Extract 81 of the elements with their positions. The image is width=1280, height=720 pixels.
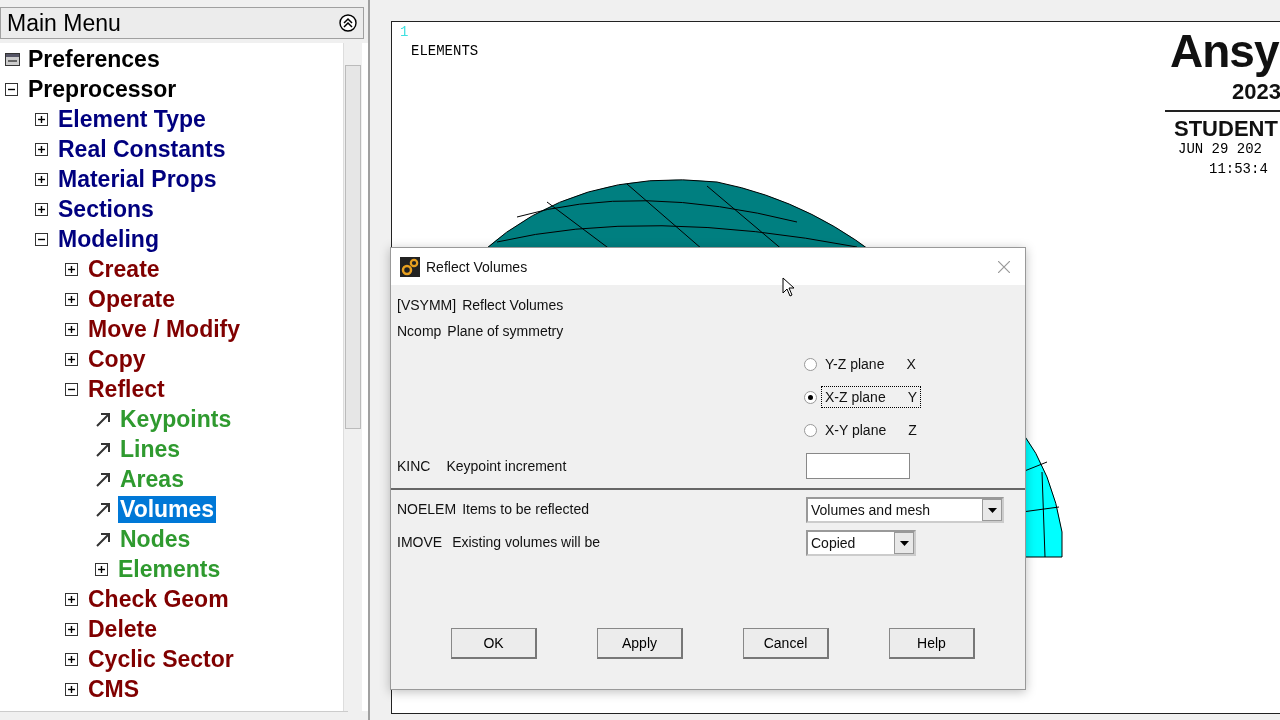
menu-item[interactable]: Reflect bbox=[86, 375, 167, 403]
plot-time: 11:53:4 bbox=[1209, 161, 1268, 177]
radio-button[interactable] bbox=[804, 423, 817, 437]
menu-item[interactable]: Check Geom bbox=[86, 585, 231, 613]
command-label: Reflect Volumes bbox=[462, 297, 564, 313]
dropdown[interactable]: Volumes and mesh bbox=[806, 497, 1004, 523]
expand-icon[interactable] bbox=[35, 142, 48, 156]
arrow-icon bbox=[95, 410, 112, 428]
settings-panel-icon bbox=[5, 52, 20, 66]
expand-icon[interactable] bbox=[35, 202, 48, 216]
expand-icon[interactable] bbox=[35, 112, 48, 126]
field-label: Items to be reflected bbox=[462, 501, 589, 517]
collapse-icon[interactable] bbox=[65, 382, 78, 396]
dialog-title: Reflect Volumes bbox=[426, 258, 529, 275]
dialog-button[interactable]: Apply bbox=[597, 628, 683, 659]
field-label: Plane of symmetry bbox=[447, 323, 564, 339]
expand-icon[interactable] bbox=[65, 262, 78, 276]
menu-item[interactable]: Areas bbox=[118, 465, 186, 493]
collapse-icon[interactable] bbox=[5, 82, 18, 96]
menu-item[interactable]: Keypoints bbox=[118, 405, 234, 433]
dropdown[interactable]: Copied bbox=[806, 530, 916, 556]
menu-item[interactable]: Lines bbox=[118, 435, 183, 463]
field-code: IMOVE bbox=[397, 534, 443, 550]
radio-button[interactable] bbox=[804, 390, 817, 404]
arrow-icon bbox=[95, 530, 112, 548]
radio-label[interactable]: Y-Z plane X bbox=[821, 353, 920, 375]
dialog-button[interactable]: OK bbox=[451, 628, 537, 659]
menu-item[interactable]: Preferences bbox=[26, 45, 162, 73]
window-number: 1 bbox=[400, 24, 409, 40]
plot-date: JUN 29 202 bbox=[1178, 141, 1262, 157]
brand-name: Ansy bbox=[1170, 24, 1279, 79]
dropdown-caret-icon[interactable] bbox=[982, 499, 1002, 521]
menu-item[interactable]: Nodes bbox=[118, 525, 193, 553]
command-code: [VSYMM] bbox=[397, 297, 457, 313]
edition-label: STUDENT bbox=[1174, 116, 1278, 142]
dropdown-caret-icon[interactable] bbox=[894, 532, 914, 554]
radio-label[interactable]: X-Z plane Y bbox=[821, 386, 922, 408]
radio-label[interactable]: X-Y plane Z bbox=[821, 419, 921, 441]
gears-icon bbox=[400, 256, 420, 277]
expand-icon[interactable] bbox=[65, 592, 78, 606]
arrow-icon bbox=[95, 500, 112, 518]
expand-icon[interactable] bbox=[65, 622, 78, 636]
input-field[interactable] bbox=[806, 453, 910, 479]
expand-icon[interactable] bbox=[35, 172, 48, 186]
menu-item[interactable]: Modeling bbox=[56, 225, 161, 253]
radio-button[interactable] bbox=[804, 357, 817, 371]
menu-item[interactable]: CMS bbox=[86, 675, 142, 703]
plot-label: ELEMENTS bbox=[411, 43, 479, 59]
expand-icon[interactable] bbox=[65, 292, 78, 306]
expand-icon[interactable] bbox=[95, 562, 108, 576]
menu-title: Main Menu bbox=[7, 9, 121, 37]
menu-item[interactable]: Create bbox=[86, 255, 162, 283]
menu-item[interactable]: Operate bbox=[86, 285, 177, 313]
field-code: NOELEM bbox=[397, 501, 457, 517]
menu-item[interactable]: Delete bbox=[86, 615, 160, 643]
field-label: Existing volumes will be bbox=[452, 534, 600, 550]
collapse-icon[interactable] bbox=[339, 14, 357, 32]
arrow-icon bbox=[95, 470, 112, 488]
expand-icon[interactable] bbox=[65, 652, 78, 666]
menu-item[interactable]: Cyclic Sector bbox=[86, 645, 236, 673]
expand-icon[interactable] bbox=[65, 322, 78, 336]
field-label: Keypoint increment bbox=[446, 458, 567, 474]
collapse-icon[interactable] bbox=[35, 232, 48, 246]
menu-item[interactable]: Copy bbox=[86, 345, 148, 373]
expand-icon[interactable] bbox=[65, 352, 78, 366]
dialog-button[interactable]: Cancel bbox=[743, 628, 829, 659]
expand-icon[interactable] bbox=[65, 682, 78, 696]
menu-item[interactable]: Sections bbox=[56, 195, 156, 223]
field-code: KINC bbox=[397, 458, 431, 474]
menu-item[interactable]: Volumes bbox=[118, 495, 217, 523]
dialog-button[interactable]: Help bbox=[889, 628, 975, 659]
menu-item[interactable]: Element Type bbox=[56, 105, 208, 133]
menu-item[interactable]: Real Constants bbox=[56, 135, 228, 163]
arrow-icon bbox=[95, 440, 112, 458]
menu-item[interactable]: Preprocessor bbox=[26, 75, 179, 103]
field-code: Ncomp bbox=[397, 323, 442, 339]
close-icon[interactable] bbox=[998, 260, 1010, 273]
menu-item[interactable]: Move / Modify bbox=[86, 315, 243, 343]
menu-item[interactable]: Material Props bbox=[56, 165, 219, 193]
menu-item[interactable]: Elements bbox=[116, 555, 223, 583]
version-label: 2023 bbox=[1232, 80, 1280, 104]
